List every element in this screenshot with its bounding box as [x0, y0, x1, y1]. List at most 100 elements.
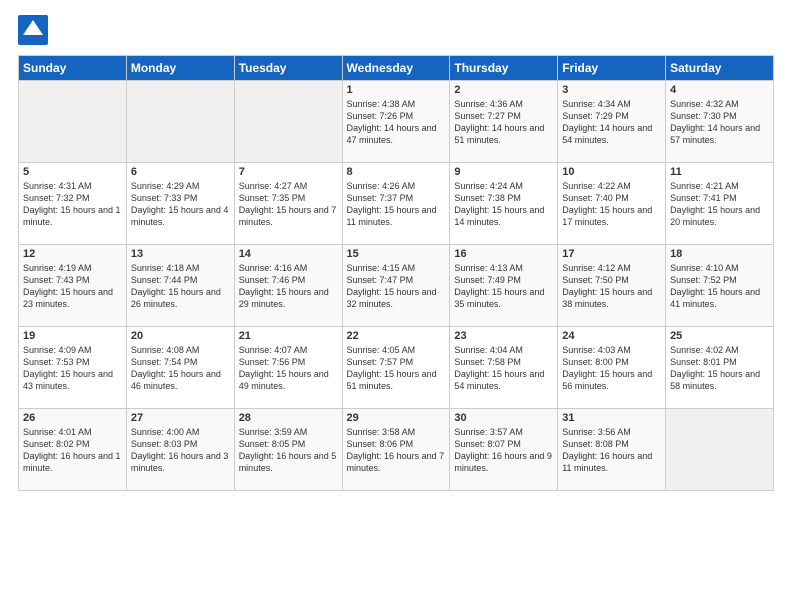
day-number: 20: [131, 330, 230, 342]
calendar-cell: 18 Sunrise: 4:10 AMSunset: 7:52 PMDayligh…: [666, 245, 774, 327]
day-number: 14: [239, 248, 338, 260]
cell-info: Sunrise: 4:31 AMSunset: 7:32 PMDaylight:…: [23, 180, 122, 229]
calendar-cell: [234, 81, 342, 163]
cell-info: Sunrise: 4:29 AMSunset: 7:33 PMDaylight:…: [131, 180, 230, 229]
cell-info: Sunrise: 4:16 AMSunset: 7:46 PMDaylight:…: [239, 262, 338, 311]
cell-info: Sunrise: 4:36 AMSunset: 7:27 PMDaylight:…: [454, 98, 553, 147]
calendar-cell: 27 Sunrise: 4:00 AMSunset: 8:03 PMDayligh…: [126, 409, 234, 491]
cell-info: Sunrise: 4:26 AMSunset: 7:37 PMDaylight:…: [347, 180, 446, 229]
cell-info: Sunrise: 4:08 AMSunset: 7:54 PMDaylight:…: [131, 344, 230, 393]
calendar-cell: 28 Sunrise: 3:59 AMSunset: 8:05 PMDayligh…: [234, 409, 342, 491]
day-number: 17: [562, 248, 661, 260]
day-number: 24: [562, 330, 661, 342]
calendar-cell: [126, 81, 234, 163]
cell-info: Sunrise: 3:59 AMSunset: 8:05 PMDaylight:…: [239, 426, 338, 475]
day-number: 21: [239, 330, 338, 342]
day-number: 23: [454, 330, 553, 342]
calendar-cell: 22 Sunrise: 4:05 AMSunset: 7:57 PMDayligh…: [342, 327, 450, 409]
day-number: 18: [670, 248, 769, 260]
day-number: 31: [562, 412, 661, 424]
weekday-header-friday: Friday: [558, 56, 666, 81]
calendar-cell: 15 Sunrise: 4:15 AMSunset: 7:47 PMDayligh…: [342, 245, 450, 327]
calendar-cell: 4 Sunrise: 4:32 AMSunset: 7:30 PMDaylight…: [666, 81, 774, 163]
cell-info: Sunrise: 4:12 AMSunset: 7:50 PMDaylight:…: [562, 262, 661, 311]
calendar-cell: 2 Sunrise: 4:36 AMSunset: 7:27 PMDaylight…: [450, 81, 558, 163]
cell-info: Sunrise: 4:15 AMSunset: 7:47 PMDaylight:…: [347, 262, 446, 311]
day-number: 28: [239, 412, 338, 424]
weekday-header-saturday: Saturday: [666, 56, 774, 81]
cell-info: Sunrise: 4:01 AMSunset: 8:02 PMDaylight:…: [23, 426, 122, 475]
calendar-cell: 3 Sunrise: 4:34 AMSunset: 7:29 PMDaylight…: [558, 81, 666, 163]
day-number: 25: [670, 330, 769, 342]
cell-info: Sunrise: 4:02 AMSunset: 8:01 PMDaylight:…: [670, 344, 769, 393]
calendar-cell: 30 Sunrise: 3:57 AMSunset: 8:07 PMDayligh…: [450, 409, 558, 491]
cell-info: Sunrise: 4:09 AMSunset: 7:53 PMDaylight:…: [23, 344, 122, 393]
calendar-cell: 16 Sunrise: 4:13 AMSunset: 7:49 PMDayligh…: [450, 245, 558, 327]
cell-info: Sunrise: 4:13 AMSunset: 7:49 PMDaylight:…: [454, 262, 553, 311]
day-number: 26: [23, 412, 122, 424]
calendar-cell: 5 Sunrise: 4:31 AMSunset: 7:32 PMDaylight…: [19, 163, 127, 245]
calendar-cell: 21 Sunrise: 4:07 AMSunset: 7:56 PMDayligh…: [234, 327, 342, 409]
cell-info: Sunrise: 4:21 AMSunset: 7:41 PMDaylight:…: [670, 180, 769, 229]
day-number: 7: [239, 166, 338, 178]
day-number: 16: [454, 248, 553, 260]
day-number: 29: [347, 412, 446, 424]
day-number: 27: [131, 412, 230, 424]
calendar-cell: 31 Sunrise: 3:56 AMSunset: 8:08 PMDayligh…: [558, 409, 666, 491]
cell-info: Sunrise: 4:18 AMSunset: 7:44 PMDaylight:…: [131, 262, 230, 311]
weekday-header-monday: Monday: [126, 56, 234, 81]
day-number: 1: [347, 84, 446, 96]
cell-info: Sunrise: 4:05 AMSunset: 7:57 PMDaylight:…: [347, 344, 446, 393]
calendar-cell: 26 Sunrise: 4:01 AMSunset: 8:02 PMDayligh…: [19, 409, 127, 491]
cell-info: Sunrise: 3:58 AMSunset: 8:06 PMDaylight:…: [347, 426, 446, 475]
calendar-cell: 7 Sunrise: 4:27 AMSunset: 7:35 PMDaylight…: [234, 163, 342, 245]
cell-info: Sunrise: 4:00 AMSunset: 8:03 PMDaylight:…: [131, 426, 230, 475]
calendar-cell: 9Sunrise: 4:24 AMSunset: 7:38 PMDaylight…: [450, 163, 558, 245]
day-number: 22: [347, 330, 446, 342]
calendar-cell: 17 Sunrise: 4:12 AMSunset: 7:50 PMDayligh…: [558, 245, 666, 327]
calendar-cell: 29 Sunrise: 3:58 AMSunset: 8:06 PMDayligh…: [342, 409, 450, 491]
calendar-cell: [666, 409, 774, 491]
logo: [18, 15, 50, 45]
calendar-cell: 23 Sunrise: 4:04 AMSunset: 7:58 PMDayligh…: [450, 327, 558, 409]
cell-info: Sunrise: 3:56 AMSunset: 8:08 PMDaylight:…: [562, 426, 661, 475]
day-number: 4: [670, 84, 769, 96]
day-number: 19: [23, 330, 122, 342]
day-number: 13: [131, 248, 230, 260]
calendar-cell: 11Sunrise: 4:21 AMSunset: 7:41 PMDayligh…: [666, 163, 774, 245]
day-number: 8: [347, 166, 446, 178]
day-number: 30: [454, 412, 553, 424]
cell-info: Sunrise: 4:32 AMSunset: 7:30 PMDaylight:…: [670, 98, 769, 147]
calendar-cell: 19 Sunrise: 4:09 AMSunset: 7:53 PMDayligh…: [19, 327, 127, 409]
header: [18, 15, 774, 45]
cell-info: Sunrise: 4:07 AMSunset: 7:56 PMDaylight:…: [239, 344, 338, 393]
cell-info: Sunrise: 4:27 AMSunset: 7:35 PMDaylight:…: [239, 180, 338, 229]
day-number: 6: [131, 166, 230, 178]
calendar-cell: 25 Sunrise: 4:02 AMSunset: 8:01 PMDayligh…: [666, 327, 774, 409]
calendar-cell: 13 Sunrise: 4:18 AMSunset: 7:44 PMDayligh…: [126, 245, 234, 327]
cell-info: Sunrise: 4:38 AMSunset: 7:26 PMDaylight:…: [347, 98, 446, 147]
cell-info: Sunrise: 3:57 AMSunset: 8:07 PMDaylight:…: [454, 426, 553, 475]
day-number: 5: [23, 166, 122, 178]
cell-info: Sunrise: 4:10 AMSunset: 7:52 PMDaylight:…: [670, 262, 769, 311]
day-number: 2: [454, 84, 553, 96]
page-container: SundayMondayTuesdayWednesdayThursdayFrid…: [0, 0, 792, 501]
calendar-cell: 10Sunrise: 4:22 AMSunset: 7:40 PMDayligh…: [558, 163, 666, 245]
calendar-cell: 14 Sunrise: 4:16 AMSunset: 7:46 PMDayligh…: [234, 245, 342, 327]
cell-info: Sunrise: 4:34 AMSunset: 7:29 PMDaylight:…: [562, 98, 661, 147]
day-number: 12: [23, 248, 122, 260]
calendar-cell: 20 Sunrise: 4:08 AMSunset: 7:54 PMDayligh…: [126, 327, 234, 409]
logo-icon: [18, 15, 48, 45]
cell-info: Sunrise: 4:19 AMSunset: 7:43 PMDaylight:…: [23, 262, 122, 311]
cell-info: Sunrise: 4:22 AMSunset: 7:40 PMDaylight:…: [562, 180, 661, 229]
weekday-header-sunday: Sunday: [19, 56, 127, 81]
calendar-cell: 1 Sunrise: 4:38 AMSunset: 7:26 PMDaylight…: [342, 81, 450, 163]
day-number: 3: [562, 84, 661, 96]
calendar-cell: 24 Sunrise: 4:03 AMSunset: 8:00 PMDayligh…: [558, 327, 666, 409]
cell-info: Sunrise: 4:04 AMSunset: 7:58 PMDaylight:…: [454, 344, 553, 393]
cell-info: Sunrise: 4:24 AMSunset: 7:38 PMDaylight:…: [454, 180, 553, 229]
day-number: 15: [347, 248, 446, 260]
cell-info: Sunrise: 4:03 AMSunset: 8:00 PMDaylight:…: [562, 344, 661, 393]
weekday-header-wednesday: Wednesday: [342, 56, 450, 81]
calendar-table: SundayMondayTuesdayWednesdayThursdayFrid…: [18, 55, 774, 491]
